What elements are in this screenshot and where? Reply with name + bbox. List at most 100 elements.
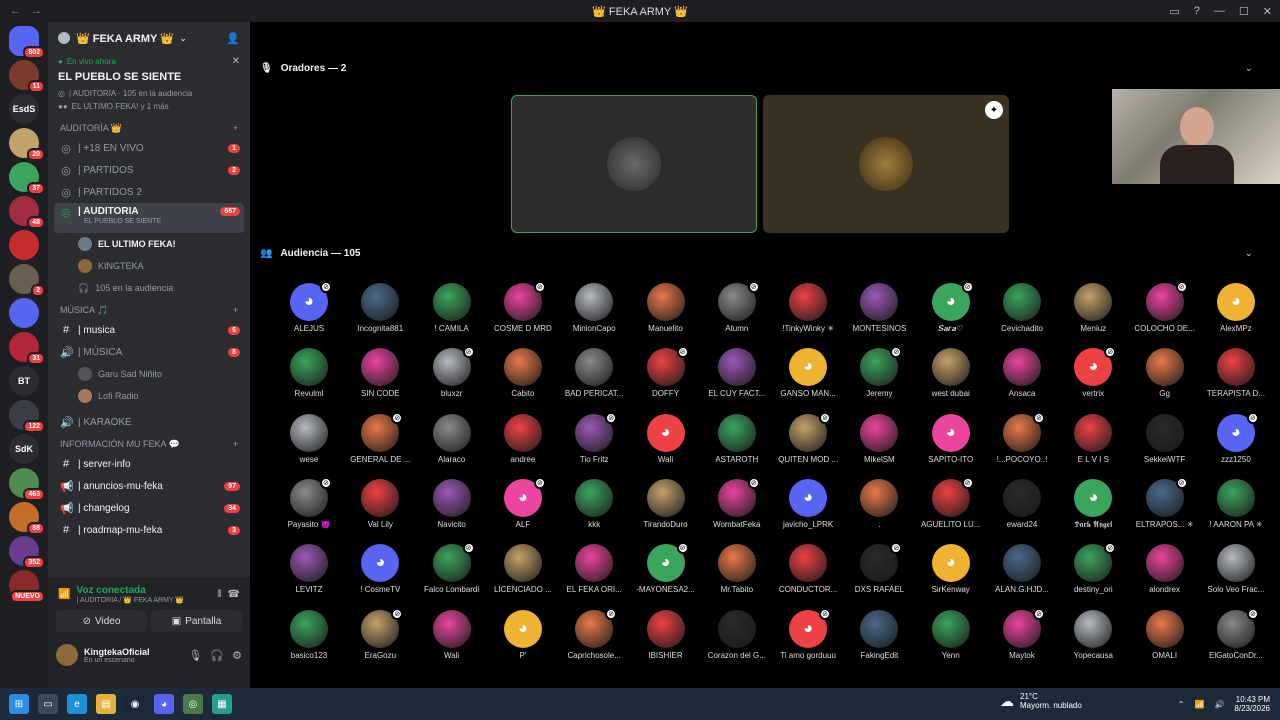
audience-member[interactable]: ◕ ⊘ vertrix (1058, 346, 1128, 398)
audience-member[interactable]: Mr.Tabito (702, 544, 772, 594)
server-icon[interactable] (9, 298, 39, 328)
screen-share-button[interactable]: ▣ Pantalla (151, 610, 242, 632)
channel-roadmap[interactable]: # | roadmap-mu-feka 3 (54, 519, 244, 541)
audience-member[interactable]: Meniuz (1058, 283, 1128, 333)
chevron-up-icon[interactable]: ⌃ (1178, 700, 1185, 709)
audience-member[interactable]: ◕ ⊘ ALEJUS (274, 281, 344, 333)
channel-changelog[interactable]: 📢 | changelog 34 (54, 497, 244, 519)
server-icon[interactable]: BT (9, 366, 39, 396)
server-icon[interactable] (9, 230, 39, 260)
channel-karaoke[interactable]: 🔊 | KARAOKE (54, 411, 244, 433)
audience-member[interactable]: . (844, 478, 914, 529)
audience-member[interactable]: ⊘ QUITEN MOD ... (773, 411, 843, 464)
audience-member[interactable]: ⊘ Maytok (987, 607, 1057, 660)
voice-member[interactable]: EL ULTIMO FEKA! (78, 233, 250, 255)
audience-member[interactable]: MikelSM (844, 413, 914, 464)
audience-member[interactable]: Yenn (916, 609, 986, 660)
server-icon[interactable]: 352 (9, 536, 45, 569)
audience-member[interactable]: ASTAROTH (702, 413, 772, 464)
audience-member[interactable]: ◕ P' (488, 609, 558, 660)
audience-member[interactable]: wese (274, 413, 344, 464)
audience-member[interactable]: ⊘ AGUELITO LU... (916, 476, 986, 529)
server-icon[interactable]: 88 (9, 502, 45, 535)
speaker-tile[interactable]: ✦ (763, 95, 1009, 233)
audience-member[interactable]: ◕ AlexMPz (1201, 283, 1271, 333)
volume-icon[interactable]: 🔊 (1214, 700, 1224, 709)
channel-auditoria[interactable]: ◎ | AUDITORIA 667 EL PUEBLO SE SIENTE (54, 203, 244, 233)
speaker-tile[interactable] (511, 95, 757, 233)
audience-member[interactable]: E L V I S (1058, 413, 1128, 464)
audience-member[interactable]: MONTESINOS (844, 283, 914, 333)
voice-member[interactable]: Lofi Radio (78, 385, 250, 407)
add-channel-icon[interactable]: + (233, 305, 238, 316)
server-icon[interactable]: 48 (9, 196, 45, 229)
microphone-icon[interactable]: 🎙 (188, 649, 202, 662)
audience-member[interactable]: SekkeiWTF (1130, 413, 1200, 464)
file-explorer-icon[interactable]: ▤ (96, 694, 116, 714)
voice-location[interactable]: | AUDITORIA / 👑 FEKA ARMY 👑 (76, 596, 184, 604)
signal-icon[interactable]: 📶 (58, 589, 70, 600)
audience-member[interactable]: SIN CODE (345, 348, 415, 398)
forward-arrow-icon[interactable]: → (31, 5, 42, 17)
steam-icon[interactable]: ◉ (125, 694, 145, 714)
server-icon[interactable]: 11 (9, 60, 45, 93)
audience-member[interactable]: IBISHIER (631, 609, 701, 660)
add-channel-icon[interactable]: + (233, 439, 238, 450)
audience-member[interactable]: EL CUY FACT... (702, 348, 772, 398)
channel-server-info[interactable]: # | server-info (54, 453, 244, 475)
audience-member[interactable]: Cevichadito (987, 283, 1057, 333)
clock[interactable]: 10:43 PM 8/23/2026 (1234, 695, 1270, 713)
maximize-button[interactable]: ☐ (1239, 5, 1249, 18)
server-icon[interactable]: 31 (9, 332, 45, 365)
audience-member[interactable]: ◕ ! CosmeTV (345, 544, 415, 594)
disconnect-icon[interactable]: ☎ (228, 589, 240, 600)
add-member-icon[interactable]: 👤 (226, 32, 240, 45)
audience-member[interactable]: basico123 (274, 609, 344, 660)
audience-member[interactable]: ◕ 𝕯𝖆𝖗𝖐 𝕬𝖓𝖌𝖊𝖑 (1058, 478, 1128, 530)
discord-icon[interactable]: ◕ (154, 694, 174, 714)
audience-member[interactable]: ⊘ !...POCOYO..! (987, 411, 1057, 464)
back-arrow-icon[interactable]: ← (10, 5, 21, 17)
audience-member[interactable]: ⊘ bluxzr (417, 346, 487, 398)
audience-member[interactable]: LEVITZ (274, 544, 344, 594)
audience-member[interactable]: !TinkyWinky ✳ (773, 283, 843, 333)
audience-member[interactable]: ◕ ⊘ ALF (488, 476, 558, 529)
channel-musica-voice[interactable]: 🔊 | MÚSICA 8 (54, 341, 244, 363)
server-icon[interactable]: SdK (9, 434, 39, 464)
audience-member[interactable]: Incognita881 (345, 283, 415, 333)
audience-member[interactable]: ⊘ DXS RAFAEL (844, 542, 914, 594)
audience-member[interactable]: Gg (1130, 348, 1200, 398)
audience-member[interactable]: Solo Veo Frac... (1201, 544, 1271, 594)
audience-member[interactable]: LICENCIADO ... (488, 544, 558, 594)
audience-member[interactable]: ! AARON PA ✳ (1201, 478, 1271, 529)
category-info[interactable]: INFORMACIÓN MU FEKA 💬 + (48, 433, 250, 453)
server-icon[interactable]: 463 (9, 468, 45, 501)
voice-member[interactable]: Garu Sad Niñito (78, 363, 250, 385)
audience-member[interactable]: TERAPISTA D... (1201, 348, 1271, 398)
channel-partidos-2[interactable]: ◎ | PARTIDOS 2 (54, 181, 244, 203)
audience-member[interactable]: ⊘ destiny_ori (1058, 542, 1128, 594)
headphones-icon[interactable]: 🎧 (210, 649, 224, 662)
audience-member[interactable]: ◕ SirKenway (916, 544, 986, 594)
avatar[interactable] (56, 644, 78, 666)
chevron-down-icon[interactable]: ⌄ (1245, 248, 1253, 259)
audience-member[interactable]: ⊘ Caprichosole... (559, 607, 629, 660)
channel-envivo[interactable]: ◎ | +18 EN VIVO 1 (54, 137, 244, 159)
audience-member[interactable]: ◕ javicho_LPRK (773, 478, 843, 529)
audience-member[interactable]: ⊘ COLOCHO DE... (1130, 281, 1200, 333)
wifi-icon[interactable]: 📶 (1194, 700, 1204, 709)
close-window-button[interactable]: ✕ (1263, 5, 1272, 18)
audience-member[interactable]: CONDUCTOR... (773, 544, 843, 594)
audience-member[interactable]: Ansaca (987, 348, 1057, 398)
audience-member[interactable]: ◕ ⊘ zzz1250 (1201, 411, 1271, 464)
add-channel-icon[interactable]: + (233, 123, 238, 134)
audience-member[interactable]: Alaraco (417, 413, 487, 464)
weather-widget[interactable]: ☁ 21°C Mayorm. nublado (1000, 692, 1082, 710)
audience-member[interactable]: EL FEKA ORI... (559, 544, 629, 594)
audience-member[interactable]: Wali (417, 609, 487, 660)
chrome-icon[interactable]: ◎ (183, 694, 203, 714)
audience-member[interactable]: ◕ SAPITO-ITO (916, 413, 986, 464)
audience-member[interactable]: ! CAMILA (417, 283, 487, 333)
help-icon[interactable]: ? (1194, 5, 1200, 17)
noise-suppression-icon[interactable]: ⦀ (217, 589, 221, 600)
